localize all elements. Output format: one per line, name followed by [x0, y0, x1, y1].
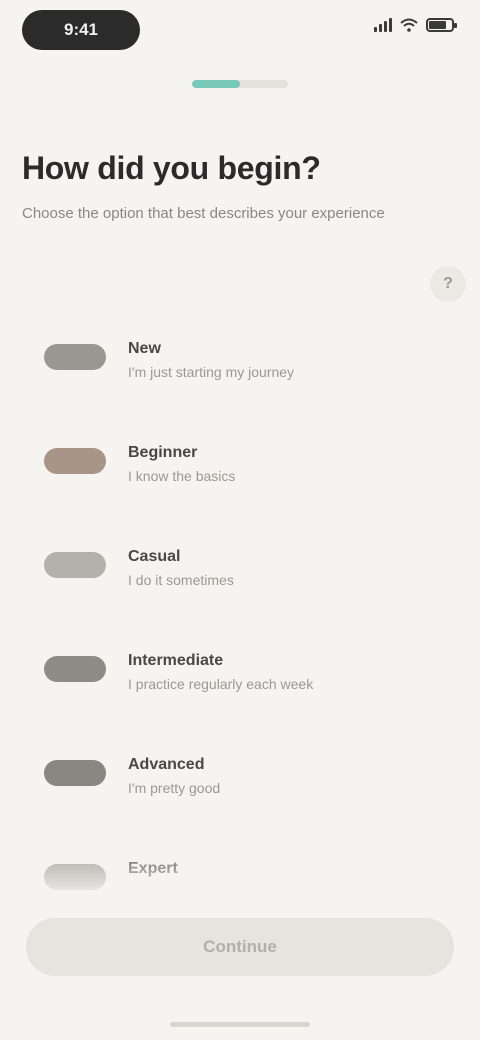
status-icons — [374, 18, 457, 32]
option-description: I know the basics — [128, 468, 236, 484]
option-label: Advanced — [128, 756, 205, 773]
option-icon — [44, 448, 106, 474]
help-button[interactable]: ? — [430, 266, 466, 302]
option-label: Intermediate — [128, 652, 224, 669]
option-label: New — [128, 340, 161, 357]
option-description: I'm just starting my journey — [128, 364, 295, 380]
wifi-icon — [400, 18, 418, 32]
option-list: New I'm just starting my journey Beginner I… — [0, 300, 480, 890]
page-title: How did you begin? — [22, 150, 321, 186]
battery-level — [429, 21, 447, 29]
option-icon — [44, 864, 106, 890]
option-item[interactable]: Intermediate I practice regularly each we… — [0, 612, 480, 716]
question-icon: ? — [443, 275, 453, 292]
home-indicator — [170, 1022, 310, 1027]
option-item[interactable]: Beginner I know the basics — [0, 404, 480, 508]
progress-bar — [192, 80, 288, 88]
option-description: I practice regularly each week — [128, 676, 314, 692]
option-item[interactable]: Expert — [0, 820, 480, 890]
option-item[interactable]: New I'm just starting my journey — [0, 300, 480, 404]
option-label: Expert — [128, 860, 178, 877]
option-icon — [44, 552, 106, 578]
option-icon — [44, 344, 106, 370]
status-bar: 9:41 — [0, 0, 480, 64]
option-icon — [44, 656, 106, 682]
status-time: 9:41 — [22, 10, 140, 50]
option-label: Beginner — [128, 444, 198, 461]
option-description: I do it sometimes — [128, 572, 234, 588]
battery-icon — [426, 18, 457, 32]
signal-icon — [374, 18, 392, 32]
option-description: I'm pretty good — [128, 780, 221, 796]
continue-button[interactable]: Continue — [26, 918, 454, 976]
option-item[interactable]: Casual I do it sometimes — [0, 508, 480, 612]
option-icon — [44, 760, 106, 786]
option-item[interactable]: Advanced I'm pretty good — [0, 716, 480, 820]
progress-fill — [192, 80, 240, 88]
option-label: Casual — [128, 548, 181, 565]
page-subtitle: Choose the option that best describes yo… — [22, 205, 385, 222]
onboarding-screen: 9:41 How did you begin? Choose the optio… — [0, 0, 480, 1040]
